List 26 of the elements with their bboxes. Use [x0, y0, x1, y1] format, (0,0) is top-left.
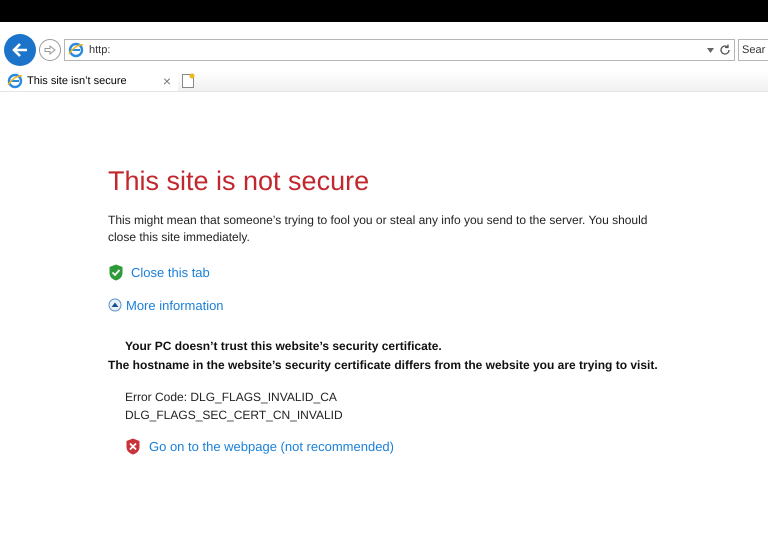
- browser-logo-icon: [68, 42, 84, 58]
- warning-message: This might mean that someone’s trying to fool you or steal any info you send to the server. You should close this site immediately.: [108, 212, 648, 246]
- dropdown-caret-icon[interactable]: [707, 48, 714, 52]
- tab-close-button[interactable]: ×: [162, 74, 171, 88]
- certificate-detail: The hostname in the website’s security certificate differs from the website you are trying to visit.: [108, 357, 659, 374]
- close-tab-link[interactable]: Close this tab: [108, 263, 210, 282]
- error-code: DLG_FLAGS_SEC_CERT_CN_INVALID: [125, 407, 344, 424]
- address-bar[interactable]: http:: [64, 39, 735, 61]
- refresh-icon[interactable]: [719, 44, 731, 56]
- right-arrow-icon: [44, 45, 56, 55]
- error-code: Error Code: DLG_FLAGS_INVALID_CA: [125, 389, 338, 406]
- url-text: http:: [89, 42, 110, 58]
- back-button[interactable]: [4, 34, 36, 66]
- left-arrow-icon: [11, 42, 29, 58]
- browser-logo-icon: [7, 73, 23, 89]
- more-information-link[interactable]: More information: [108, 296, 224, 315]
- shield-cross-icon: [125, 438, 141, 456]
- shield-check-icon: [108, 264, 124, 282]
- tab-title: This site isn’t secure: [27, 74, 127, 89]
- new-tab-icon[interactable]: [180, 73, 196, 89]
- browser-tab[interactable]: This site isn’t secure ×: [0, 71, 178, 91]
- certificate-detail: Your PC doesn’t trust this website’s security certificate.: [124, 338, 443, 355]
- page-title: This site is not secure: [108, 165, 370, 198]
- continue-link[interactable]: Go on to the webpage (not recommended): [125, 437, 394, 456]
- forward-button[interactable]: [39, 39, 61, 61]
- search-field[interactable]: Sear: [738, 39, 768, 61]
